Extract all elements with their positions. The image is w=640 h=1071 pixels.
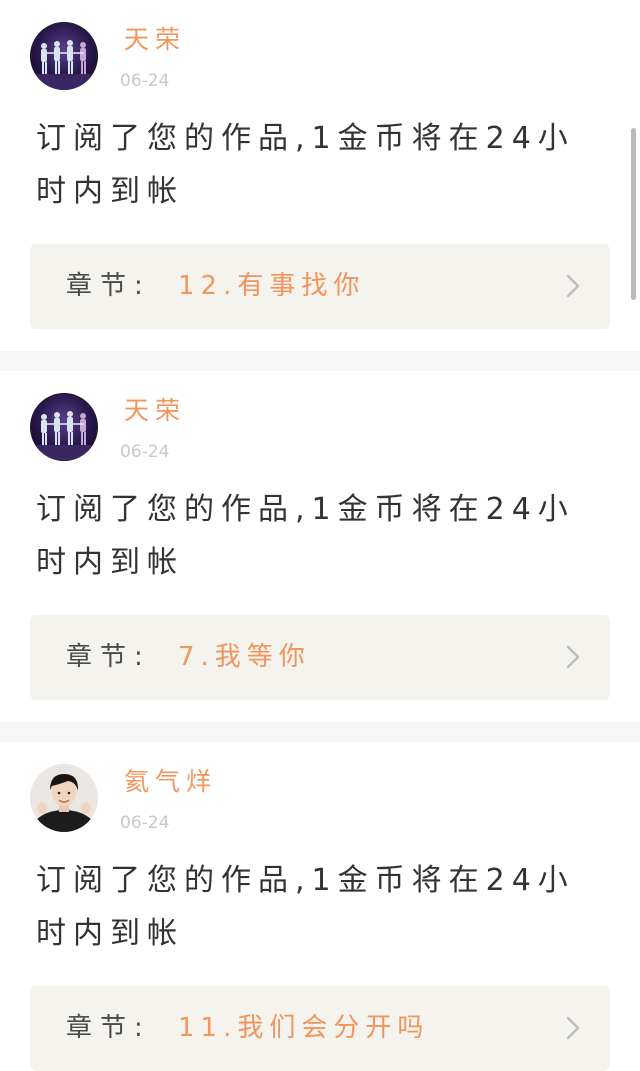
notification-card: 天荣 06-24 订阅了您的作品,1金币将在24小时内到帐 章节: 7.我等你 bbox=[0, 371, 640, 742]
chapter-link[interactable]: 章节: 7.我等你 bbox=[30, 615, 610, 700]
post-date: 06-24 bbox=[120, 442, 170, 462]
user-name[interactable]: 氦气烊 bbox=[124, 766, 217, 798]
avatar[interactable] bbox=[30, 22, 98, 90]
post-date: 06-24 bbox=[120, 813, 170, 833]
chapter-label: 章节: bbox=[66, 271, 151, 301]
user-name[interactable]: 天荣 bbox=[124, 24, 186, 56]
notification-header: 天荣 06-24 bbox=[0, 0, 640, 96]
notification-card: 氦气烊 06-24 订阅了您的作品,1金币将在24小时内到帐 章节: 11.我们… bbox=[0, 742, 640, 1071]
concert-stage-avatar-image bbox=[30, 393, 98, 461]
person-portrait-avatar-image bbox=[30, 764, 98, 832]
avatar[interactable] bbox=[30, 764, 98, 832]
concert-stage-avatar-image bbox=[30, 22, 98, 90]
card-divider bbox=[0, 351, 640, 371]
notification-message: 订阅了您的作品,1金币将在24小时内到帐 bbox=[36, 863, 575, 951]
chevron-right-icon bbox=[566, 274, 580, 298]
notification-message: 订阅了您的作品,1金币将在24小时内到帐 bbox=[36, 492, 575, 580]
chapter-label: 章节: bbox=[66, 642, 151, 672]
avatar[interactable] bbox=[30, 393, 98, 461]
chapter-title: 7.我等你 bbox=[178, 642, 311, 672]
card-divider bbox=[0, 722, 640, 742]
user-name[interactable]: 天荣 bbox=[124, 395, 186, 427]
chapter-title: 11.我们会分开吗 bbox=[178, 1013, 430, 1043]
notification-message: 订阅了您的作品,1金币将在24小时内到帐 bbox=[36, 121, 575, 209]
chapter-link[interactable]: 章节: 12.有事找你 bbox=[30, 244, 610, 329]
notification-header: 氦气烊 06-24 bbox=[0, 742, 640, 838]
chapter-title: 12.有事找你 bbox=[178, 271, 366, 301]
notification-header: 天荣 06-24 bbox=[0, 371, 640, 467]
notification-card: 天荣 06-24 订阅了您的作品,1金币将在24小时内到帐 章节: 12.有事找… bbox=[0, 0, 640, 371]
chapter-label: 章节: bbox=[66, 1013, 151, 1043]
chevron-right-icon bbox=[566, 1016, 580, 1040]
chevron-right-icon bbox=[566, 645, 580, 669]
notification-feed: 天荣 06-24 订阅了您的作品,1金币将在24小时内到帐 章节: 12.有事找… bbox=[0, 0, 640, 1071]
post-date: 06-24 bbox=[120, 71, 170, 91]
scrollbar[interactable] bbox=[631, 128, 636, 300]
chapter-link[interactable]: 章节: 11.我们会分开吗 bbox=[30, 986, 610, 1071]
